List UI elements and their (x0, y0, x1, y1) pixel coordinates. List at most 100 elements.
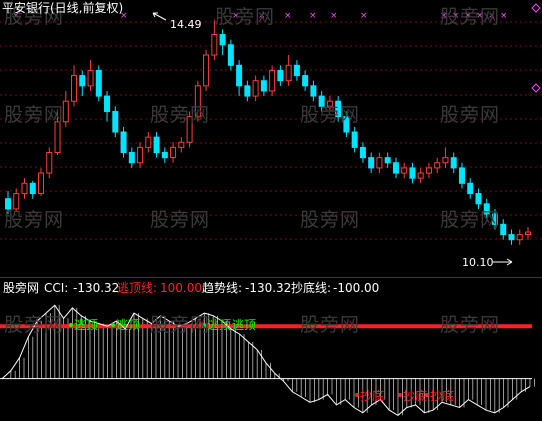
candle-body (87, 69, 94, 87)
high-arrow (152, 12, 167, 21)
top-signal-label: 逃顶 (74, 318, 99, 332)
candle-body (161, 152, 168, 159)
candle-body (219, 34, 226, 46)
candle-body (277, 69, 284, 82)
kline-chart-window: × × × × × × × × × × × × × × 股旁网 股旁网 股旁网 股旁网 股旁网 股旁网 股… (0, 0, 542, 421)
candle-body (153, 136, 160, 154)
watermark: 股旁网 (150, 314, 211, 336)
candle-body (227, 44, 234, 66)
watermark: 股旁网 (4, 314, 65, 336)
candle-body (467, 182, 474, 195)
bottom-line-value: -100.00 (333, 281, 380, 295)
candle-body (21, 182, 28, 195)
candle-body (178, 141, 185, 148)
signal-dot (355, 393, 359, 397)
escape-line-value: 100.00 (160, 281, 202, 295)
signal-marker: × (500, 11, 508, 21)
watermark: 股旁网 (215, 6, 276, 28)
watermark: 股旁网 (150, 104, 211, 126)
signal-marker: × (309, 11, 317, 21)
cci-label: CCI: (44, 281, 69, 295)
candle-body (71, 75, 78, 102)
candle-body (475, 193, 482, 205)
watermark: 股旁网 (4, 209, 65, 231)
watermark: 股旁网 (4, 104, 65, 126)
candle-body (269, 69, 276, 92)
candle-body (62, 100, 69, 123)
watermark: 股旁网 (440, 104, 501, 126)
candle-body (525, 231, 531, 236)
watermark: 股旁网 (300, 209, 361, 231)
watermark: 股旁网 (440, 314, 501, 336)
candle-body (392, 162, 399, 174)
watermark: 股旁网 (300, 314, 361, 336)
candle-body (450, 157, 457, 169)
signal-dot (111, 323, 115, 327)
candle-body (236, 64, 243, 87)
cci-value: -130.32 (73, 281, 120, 295)
candle-body (128, 152, 135, 164)
candle-body (170, 146, 177, 159)
chart-title: 平安银行(日线,前复权) (2, 1, 124, 15)
candle-body (285, 64, 292, 82)
candle-body (359, 146, 366, 159)
bottom-signal-label: 抄底 (360, 389, 385, 403)
candle-body (310, 85, 317, 97)
candle-body (458, 167, 465, 184)
candle-body (203, 54, 210, 87)
candle-body (351, 131, 358, 148)
trend-line-label: 趋势线: (202, 281, 243, 295)
candle-body (425, 167, 432, 174)
low-arrow (493, 258, 513, 266)
signal-marker: × (360, 11, 368, 21)
trend-line-value: -130.32 (245, 281, 292, 295)
candle-body (368, 157, 375, 169)
indicator-source: 股旁网 (3, 281, 40, 295)
candle-body (112, 110, 119, 133)
candle-body (211, 34, 218, 56)
candle-body (293, 64, 300, 77)
candle-body (95, 69, 102, 97)
top-signal-label: 逃顶 (207, 318, 232, 332)
candle-body (508, 234, 515, 241)
candle-body (384, 157, 391, 164)
candle-body (29, 182, 36, 195)
candle-body (417, 172, 424, 179)
candle-body (376, 157, 383, 169)
candle-body (244, 85, 251, 97)
signal-marker: × (330, 11, 338, 21)
high-price-label: 14.49 (170, 18, 202, 31)
signal-marker: × (284, 11, 292, 21)
watermark: 股旁网 (150, 209, 211, 231)
candle-body (260, 80, 267, 92)
low-price-label: 10.10 (462, 256, 494, 269)
bottom-line-label: 抄底线: (291, 281, 332, 295)
bottom-signal-label: 抄底 (403, 389, 428, 403)
top-signal-label: 逃顶 (116, 318, 141, 332)
signal-dot (69, 323, 73, 327)
candle-body (434, 162, 441, 169)
candle-body (46, 152, 53, 174)
candle-body (145, 136, 152, 148)
candle-body (252, 80, 259, 97)
candle-body (500, 223, 507, 236)
watermark: 股旁网 (440, 6, 501, 28)
candle-body (516, 234, 523, 241)
candle-body (120, 131, 127, 154)
signal-marker (531, 3, 541, 13)
candle-body (442, 157, 449, 164)
candle-body (137, 146, 144, 164)
top-signal-label: 逃顶 (232, 318, 257, 332)
candle-body (401, 167, 408, 174)
candle-body (38, 172, 45, 195)
candle-body (409, 167, 416, 179)
escape-line-label: 逃顶线: (117, 281, 158, 295)
candle-body (79, 75, 86, 87)
bottom-signal-label: 抄底 (430, 389, 455, 403)
watermark: 股旁网 (440, 209, 501, 231)
candle-body (302, 75, 309, 87)
signal-dot (398, 393, 402, 397)
signal-marker (531, 83, 541, 93)
candle-body (104, 95, 111, 112)
watermark: 股旁网 (300, 104, 361, 126)
